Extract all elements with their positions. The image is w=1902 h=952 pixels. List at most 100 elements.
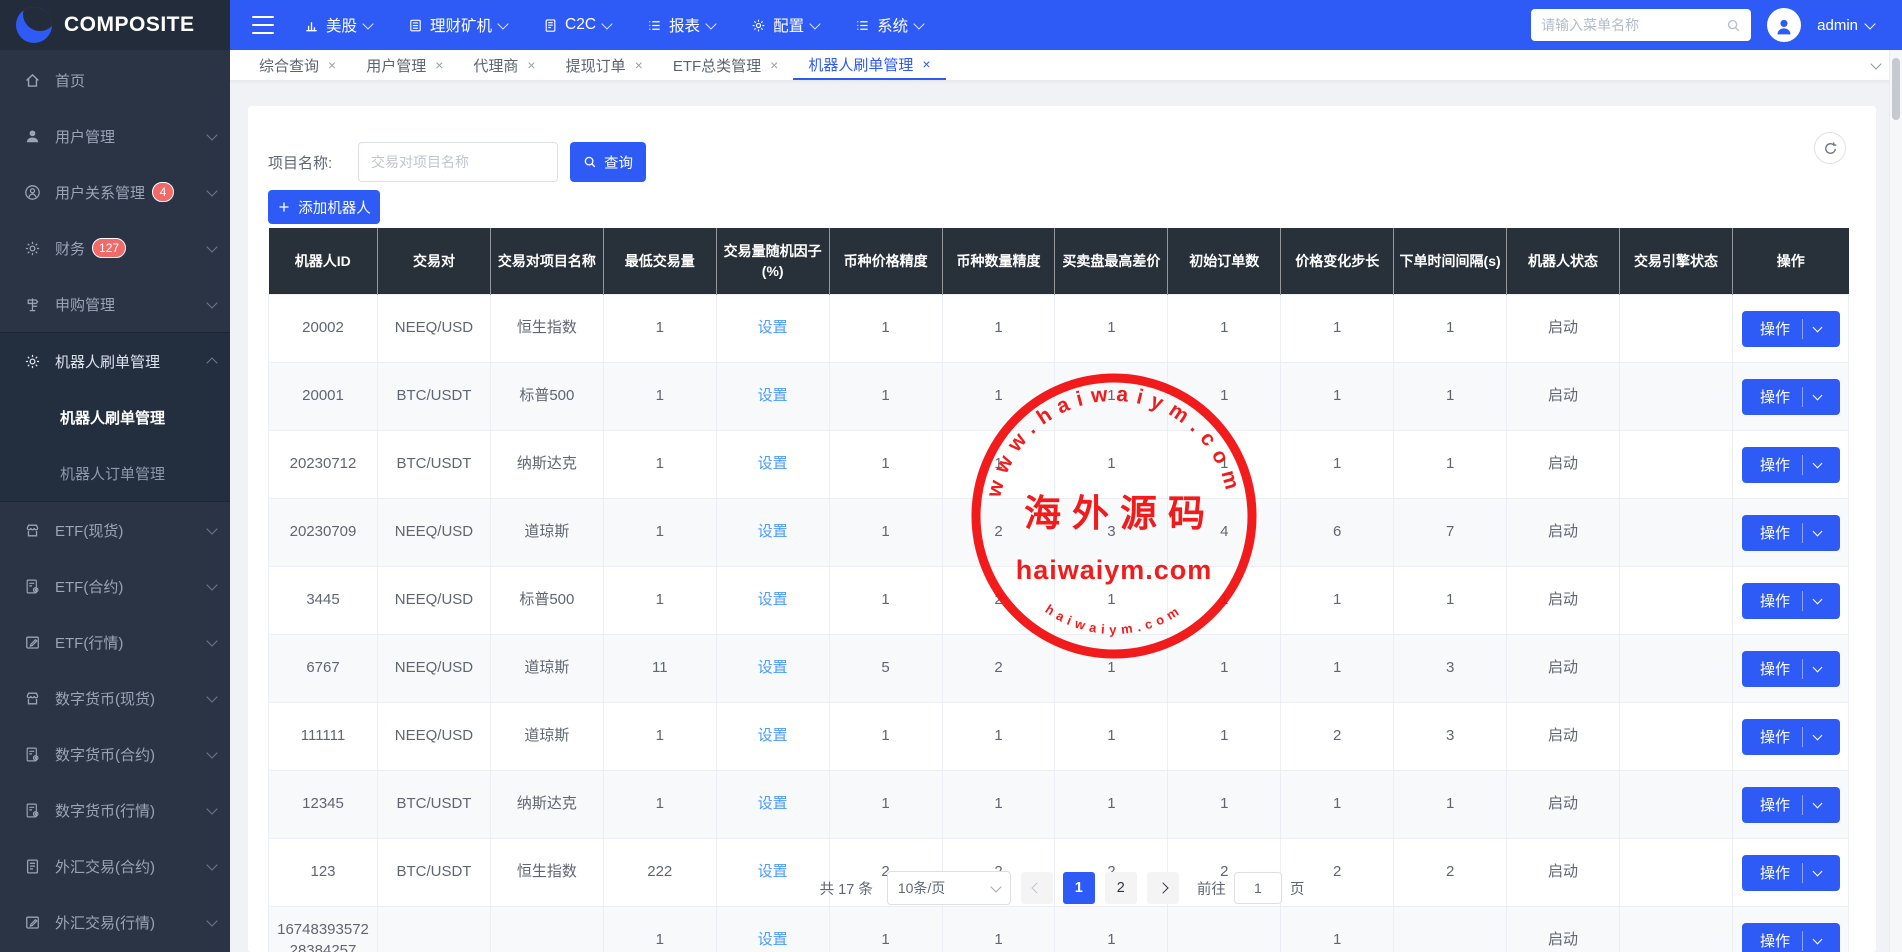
sidebar-item-数字货币(现货)[interactable]: 数字货币(现货) — [0, 670, 230, 726]
nav-menu-C2C[interactable]: C2C — [543, 14, 613, 36]
tab-代理商[interactable]: 代理商 × — [458, 50, 550, 80]
sidebar-item-用户管理[interactable]: 用户管理 — [0, 108, 230, 164]
settings-link[interactable]: 设置 — [758, 659, 788, 676]
tab-overflow-button[interactable] — [1870, 50, 1890, 80]
nav-menu-系统[interactable]: 系统 — [855, 14, 925, 36]
page-size-select[interactable]: 10条/页 — [886, 871, 1011, 905]
close-icon[interactable]: × — [922, 57, 930, 71]
tab-提现订单[interactable]: 提现订单 × — [551, 50, 658, 80]
sidebar-item-机器人刷单管理[interactable]: 机器人刷单管理 — [0, 333, 230, 389]
cell-row-actions: 操作 — [1732, 430, 1849, 499]
button-divider — [1802, 522, 1803, 543]
hamburger-icon[interactable] — [252, 16, 274, 34]
sidebar-item-数字货币(合约)[interactable]: 数字货币(合约) — [0, 726, 230, 782]
cell-price-precision: 1 — [828, 702, 943, 771]
row-action-button[interactable]: 操作 — [1741, 310, 1840, 347]
query-button[interactable]: 查询 — [570, 142, 646, 182]
sidebar-item-ETF(行情)[interactable]: ETF(行情) — [0, 614, 230, 670]
user-menu[interactable]: admin — [1817, 17, 1876, 34]
page-button-2[interactable]: 2 — [1104, 872, 1137, 904]
list-icon — [855, 18, 870, 33]
refresh-button[interactable] — [1814, 132, 1846, 164]
top-navbar: 美股 理财矿机 C2C 报表 配置 系统 请输入菜单名称 admin — [230, 0, 1902, 50]
add-robot-button[interactable]: 添加机器人 — [268, 190, 380, 224]
nav-menu-配置[interactable]: 配置 — [751, 14, 821, 36]
tab-label: 机器人刷单管理 — [808, 56, 914, 74]
chevron-down-icon — [206, 578, 218, 591]
chevron-down-icon — [206, 184, 218, 197]
sidebar-item-外汇交易(行情)[interactable]: 外汇交易(行情) — [0, 894, 230, 950]
column-header-价格变化步长: 价格变化步长 — [1280, 228, 1395, 295]
settings-link[interactable]: 设置 — [758, 727, 788, 744]
settings-link[interactable]: 设置 — [758, 455, 788, 472]
sidebar-group-机器人刷单管理: 机器人刷单管理 机器人刷单管理 机器人订单管理 — [0, 332, 230, 502]
sidebar-subitem-机器人订单管理[interactable]: 机器人订单管理 — [0, 445, 230, 501]
project-name-input[interactable] — [358, 142, 558, 182]
person-icon — [1773, 16, 1795, 38]
row-action-button[interactable]: 操作 — [1741, 446, 1840, 483]
sidebar-item-首页[interactable]: 首页 — [0, 52, 230, 108]
scrollbar[interactable] — [1889, 50, 1902, 952]
nav-menu-美股[interactable]: 美股 — [304, 14, 374, 36]
close-icon[interactable]: × — [328, 58, 336, 72]
column-header-机器人状态: 机器人状态 — [1506, 228, 1620, 295]
nav-menu-报表[interactable]: 报表 — [647, 14, 717, 36]
settings-link[interactable]: 设置 — [758, 523, 788, 540]
row-action-button[interactable]: 操作 — [1741, 378, 1840, 415]
avatar[interactable] — [1767, 8, 1802, 42]
tab-ETF总类管理[interactable]: ETF总类管理 × — [658, 50, 794, 80]
cell-order-interval: 1 — [1393, 566, 1508, 635]
settings-link[interactable]: 设置 — [758, 319, 788, 336]
sidebar-item-label: 数字货币(现货) — [55, 690, 155, 708]
sidebar-item-ETF(合约)[interactable]: ETF(合约) — [0, 558, 230, 614]
chevron-down-icon — [1812, 662, 1823, 672]
page-button-1[interactable]: 1 — [1062, 872, 1095, 904]
filter-row: 项目名称: 查询 — [268, 142, 646, 182]
cell-max-spread: 1 — [1054, 770, 1169, 839]
row-action-button[interactable]: 操作 — [1741, 582, 1840, 619]
cell-random-factor-settings: 设置 — [715, 634, 830, 703]
settings-link[interactable]: 设置 — [758, 591, 788, 608]
menu-search-input[interactable]: 请输入菜单名称 — [1531, 9, 1752, 41]
row-action-button[interactable]: 操作 — [1741, 786, 1840, 823]
robot-table: 机器人ID 交易对 交易对项目名称 最低交易量 交易量随机因子(%) 币种价格精度 币种数量… — [268, 228, 1849, 952]
settings-link[interactable]: 设置 — [758, 795, 788, 812]
column-header-币种价格精度: 币种价格精度 — [829, 228, 943, 295]
nav-menu-理财矿机[interactable]: 理财矿机 — [408, 14, 509, 36]
chevron-down-icon — [705, 17, 717, 30]
tab-用户管理[interactable]: 用户管理 × — [351, 50, 458, 80]
tab-机器人刷单管理[interactable]: 机器人刷单管理 × — [793, 50, 946, 80]
page-jump-input[interactable] — [1233, 872, 1282, 904]
sidebar-item-用户关系管理[interactable]: 用户关系管理 4 — [0, 164, 230, 220]
cell-max-spread: 1 — [1054, 566, 1169, 635]
sidebar-item-label: 机器人刷单管理 — [55, 353, 161, 371]
settings-link[interactable]: 设置 — [758, 387, 788, 404]
prev-page-button[interactable] — [1020, 872, 1053, 904]
sidebar-item-申购管理[interactable]: 申购管理 — [0, 276, 230, 332]
close-icon[interactable]: × — [635, 58, 643, 72]
close-icon[interactable]: × — [770, 58, 778, 72]
scrollbar-thumb[interactable] — [1892, 58, 1900, 120]
sidebar-item-外汇交易(合约)[interactable]: 外汇交易(合约) — [0, 838, 230, 894]
sidebar-item-ETF(现货)[interactable]: ETF(现货) — [0, 502, 230, 558]
total-count: 共 17 条 — [819, 881, 873, 898]
shop-icon — [24, 522, 41, 539]
chevron-down-icon — [1812, 458, 1823, 468]
tab-综合查询[interactable]: 综合查询 × — [244, 50, 351, 80]
close-icon[interactable]: × — [527, 58, 535, 72]
chevron-down-icon — [1870, 57, 1882, 70]
column-header-交易对项目名称: 交易对项目名称 — [490, 228, 604, 295]
cell-engine-status — [1618, 566, 1734, 635]
sidebar-item-label: 用户关系管理 — [55, 184, 146, 202]
sidebar-item-数字货币(行情)[interactable]: 数字货币(行情) — [0, 782, 230, 838]
next-page-button[interactable] — [1146, 872, 1179, 904]
cell-initial-orders: 1 — [1167, 702, 1282, 771]
sidebar-item-财务[interactable]: 财务 127 — [0, 220, 230, 276]
row-action-button[interactable]: 操作 — [1741, 514, 1840, 551]
settings-link[interactable]: 设置 — [758, 931, 788, 948]
row-action-button[interactable]: 操作 — [1741, 650, 1840, 687]
row-action-button[interactable]: 操作 — [1741, 922, 1840, 952]
close-icon[interactable]: × — [435, 58, 443, 72]
sidebar-subitem-机器人刷单管理[interactable]: 机器人刷单管理 — [0, 389, 230, 445]
row-action-button[interactable]: 操作 — [1741, 718, 1840, 755]
